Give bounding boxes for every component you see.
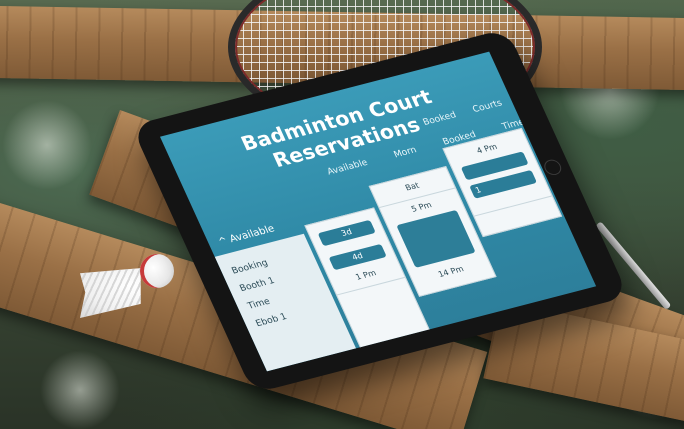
background-bokeh — [2, 100, 92, 190]
row-divider — [474, 195, 552, 217]
photo-scene: Badminton Court Reservations Booked Cour… — [0, 0, 684, 429]
shuttlecock — [78, 250, 178, 320]
background-bokeh — [40, 350, 120, 429]
column-header-morn: Morn — [392, 145, 419, 161]
shuttlecock-feathers — [80, 268, 141, 318]
shuttlecock-base — [140, 254, 174, 288]
booked-block[interactable] — [396, 209, 476, 268]
column-header-available: Available — [325, 157, 370, 178]
time-slot[interactable]: 3d — [317, 219, 376, 247]
